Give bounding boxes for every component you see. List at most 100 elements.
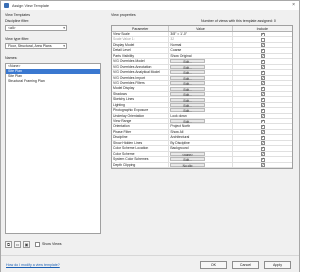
include-checkbox[interactable] [260,146,265,151]
discipline-filter-select[interactable]: <all> ▾ [5,25,67,31]
value-cell: Edit... [169,86,233,91]
window-title: Assign View Template [12,3,50,8]
value-cell[interactable]: 32 [169,37,233,42]
include-checkbox[interactable] [260,157,265,162]
value-cell[interactable]: Show All [169,129,233,135]
include-cell [233,43,292,48]
include-cell [233,141,292,146]
include-checkbox[interactable] [260,152,265,157]
parameter-cell: Model Display [112,86,170,91]
edit-button[interactable]: Edit... [170,102,205,107]
include-cell [233,32,292,37]
include-checkbox[interactable] [260,59,265,64]
value-cell[interactable]: Normal [169,42,233,48]
include-checkbox[interactable] [260,86,265,91]
apply-button[interactable]: Apply [264,261,291,269]
edit-button[interactable]: No clip [170,162,205,167]
edit-button[interactable]: Edit... [170,81,205,85]
view-type-filter-select[interactable]: Floor, Structural, Area Plans ▾ [5,43,67,49]
template-names-list[interactable]: <None> Site Plan Site Plan Structural Fr… [5,63,101,234]
view-type-filter-value: Floor, Structural, Area Plans [8,44,52,48]
value-cell: Edit... [169,70,233,75]
parameter-cell: Parts Visibility [112,53,170,59]
names-label: Names: [5,56,18,60]
include-cell [233,119,292,124]
include-cell [233,81,292,86]
include-cell [233,65,292,70]
edit-button[interactable]: Edit... [170,97,205,102]
list-item-label: Structural Framing Plan [8,79,45,83]
parameter-cell: Underlay Orientation [112,113,170,118]
rename-icon[interactable]: ▭ [14,241,21,248]
value-cell[interactable]: Coarse [169,48,233,53]
parameter-cell: Scale Value 1: [112,37,170,42]
value-cell[interactable]: Project North [169,124,233,129]
include-checkbox[interactable] [260,37,265,42]
view-properties-table: Parameter Value Include View Scale 3/8" =… [111,25,293,169]
include-checkbox[interactable] [260,108,265,113]
edit-button[interactable]: Edit... [170,59,205,64]
table-body: View Scale3/8" = 1'-0"Scale Value 1:32Di… [112,32,292,168]
include-checkbox[interactable] [260,119,265,124]
edit-button[interactable]: Edit... [170,108,205,113]
include-checkbox[interactable] [260,70,265,75]
parameter-cell: System Color Schemes [112,157,170,162]
value-cell[interactable]: Look down [169,113,233,118]
edit-button[interactable]: Edit... [170,64,205,69]
include-checkbox[interactable] [260,130,265,135]
delete-icon[interactable]: ▣ [23,241,30,248]
show-views-checkbox[interactable] [35,242,40,247]
edit-button[interactable]: Edit... [170,86,205,91]
list-item[interactable]: Structural Framing Plan [6,79,100,84]
include-checkbox[interactable] [260,163,265,167]
edit-button[interactable]: Edit... [170,75,205,80]
include-checkbox[interactable] [260,65,265,70]
edit-button[interactable]: <none> [170,151,205,156]
include-checkbox[interactable] [260,114,265,118]
include-cell [233,114,292,118]
chevron-down-icon: ▾ [63,26,65,30]
include-checkbox[interactable] [260,103,265,108]
help-link[interactable]: How do I modify a view template? [6,263,60,267]
ok-button[interactable]: OK [200,261,227,269]
include-checkbox[interactable] [260,124,265,129]
include-cell [233,37,292,42]
duplicate-icon[interactable]: ⧉ [5,241,12,248]
value-cell[interactable]: By Discipline [169,140,233,146]
value-cell: Edit... [169,157,233,162]
value-cell: Edit... [169,97,233,102]
include-checkbox[interactable] [260,81,265,86]
include-cell [233,130,292,135]
include-checkbox[interactable] [260,76,265,80]
include-checkbox[interactable] [260,97,265,102]
include-checkbox[interactable] [260,43,265,48]
include-checkbox[interactable] [260,92,265,97]
include-checkbox[interactable] [260,54,265,59]
value-cell[interactable]: Background [169,146,233,151]
value-cell[interactable]: Show Original [169,53,233,59]
include-checkbox[interactable] [260,141,265,146]
edit-button[interactable]: Edit... [170,92,205,96]
value-cell: <none> [169,151,233,157]
value-cell[interactable]: Architectural [169,135,233,140]
cancel-button[interactable]: Cancel [232,261,259,269]
include-cell [233,59,292,64]
value-cell: Edit... [169,59,233,64]
include-cell [233,103,292,108]
edit-button[interactable]: Edit... [170,119,205,123]
parameter-cell: V/G Overrides Model [112,59,170,64]
show-views-label: Show Views [42,242,62,246]
list-item-label: <None> [8,64,21,68]
value-cell: Edit... [169,102,233,108]
edit-button[interactable]: Edit... [170,157,205,162]
parameter-cell: Depth Clipping [112,162,170,167]
title-bar: Assign View Template × [1,1,299,10]
parameter-cell: Orientation [112,124,170,129]
include-checkbox[interactable] [260,32,265,37]
parameter-cell: Photographic Exposure [112,108,170,113]
include-checkbox[interactable] [260,135,265,140]
close-icon[interactable]: × [292,2,295,8]
include-checkbox[interactable] [260,48,265,53]
value-cell[interactable]: 3/8" = 1'-0" [169,32,233,37]
edit-button[interactable]: Edit... [170,70,205,75]
